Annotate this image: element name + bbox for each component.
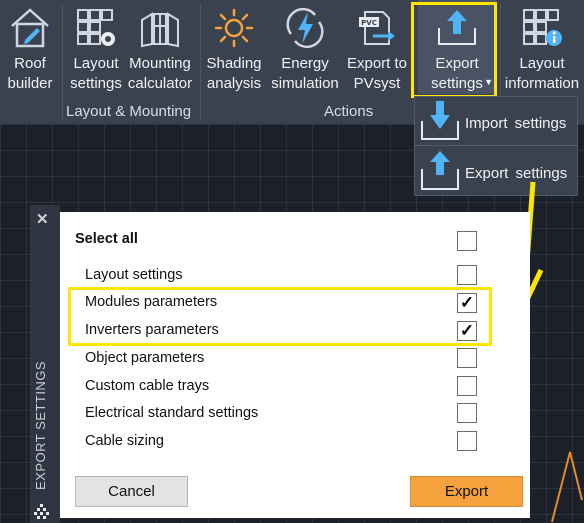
- export-pvsyst-line1: Export to: [346, 55, 408, 72]
- group-title-actions: Actions: [324, 103, 374, 120]
- energy-simulation-button[interactable]: Energy simulation: [270, 0, 340, 94]
- cancel-button[interactable]: Cancel: [75, 476, 188, 507]
- export-upload-icon: [421, 151, 459, 190]
- mounting-calculator-line1: Mounting: [129, 55, 191, 72]
- checkbox-custom-cable-trays[interactable]: [457, 376, 477, 396]
- lightning-icon: [286, 7, 324, 49]
- export-settings-line1: Export: [435, 55, 479, 72]
- panel-grip-icon[interactable]: [33, 503, 51, 521]
- roof-builder-button[interactable]: Roof builder: [2, 0, 58, 94]
- row-label-modules-parameters: Modules parameters: [85, 294, 218, 310]
- row-label-electrical-standard-settings: Electrical standard settings: [85, 405, 259, 421]
- group-title-layout-mounting: Layout & Mounting: [66, 103, 192, 120]
- layout-information-line2: information: [504, 75, 580, 92]
- import-download-icon: [421, 101, 459, 140]
- layout-settings-line2: settings: [70, 75, 122, 92]
- row-label-inverters-parameters: Inverters parameters: [85, 322, 219, 338]
- energy-simulation-line2: simulation: [271, 75, 339, 92]
- layout-information-line1: Layout: [519, 55, 565, 72]
- canvas-drawing-line: [551, 451, 583, 523]
- mounting-calculator-line2: calculator: [127, 75, 193, 92]
- export-pvsyst-line2: PVsyst: [353, 75, 401, 92]
- shading-analysis-line1: Shading: [206, 55, 262, 72]
- row-label-custom-cable-trays: Custom cable trays: [85, 378, 210, 394]
- layout-information-button[interactable]: Layout information: [502, 0, 582, 94]
- roof-builder-line2: builder: [7, 75, 53, 92]
- menu-item-export-settings[interactable]: Export settings: [415, 147, 577, 195]
- chevron-down-icon[interactable]: ▼: [484, 72, 493, 92]
- row-label-object-parameters: Object parameters: [85, 350, 205, 366]
- select-all-label: Select all: [75, 231, 138, 247]
- menu-divider: [415, 145, 577, 146]
- checkbox-cable-sizing[interactable]: [457, 431, 477, 451]
- select-all-checkbox[interactable]: [457, 231, 477, 251]
- import-settings-label: Import settings: [465, 115, 567, 132]
- checkbox-modules-parameters[interactable]: ✓: [457, 293, 477, 313]
- shading-analysis-button[interactable]: Shading analysis: [204, 0, 264, 94]
- layout-settings-button[interactable]: Layout settings: [68, 0, 124, 94]
- checkbox-electrical-standard-settings[interactable]: [457, 403, 477, 423]
- upload-tray-icon: [438, 10, 476, 45]
- ribbon-separator: [62, 4, 63, 120]
- checkbox-inverters-parameters[interactable]: ✓: [457, 321, 477, 341]
- layout-settings-line1: Layout: [73, 55, 119, 72]
- shading-analysis-line2: analysis: [206, 75, 262, 92]
- mounting-calculator-button[interactable]: Mounting calculator: [126, 0, 194, 94]
- roof-pencil-icon: [11, 8, 49, 48]
- ribbon-separator: [200, 4, 201, 120]
- mounting-panels-icon: [141, 12, 179, 48]
- grid-gear-icon: [77, 9, 115, 46]
- menu-item-import-settings[interactable]: Import settings: [415, 97, 577, 145]
- checkbox-object-parameters[interactable]: [457, 348, 477, 368]
- panel-title: EXPORT SETTINGS: [33, 360, 48, 490]
- close-icon[interactable]: ✕: [36, 210, 49, 228]
- export-pvsyst-button[interactable]: PVC Export to PVsyst: [344, 0, 410, 94]
- checkbox-layout-settings[interactable]: [457, 265, 477, 285]
- export-settings-dropdown: Import settings Export settings: [414, 96, 578, 196]
- export-settings-button[interactable]: Export settings ▼: [418, 0, 496, 94]
- sun-icon: [214, 8, 254, 48]
- svg-text:PVC: PVC: [361, 19, 377, 27]
- row-label-layout-settings: Layout settings: [85, 267, 183, 283]
- pvc-export-icon: PVC: [359, 11, 395, 45]
- row-label-cable-sizing: Cable sizing: [85, 433, 164, 449]
- energy-simulation-line1: Energy: [281, 55, 329, 72]
- grid-info-icon: [523, 9, 562, 46]
- export-button[interactable]: Export: [410, 476, 523, 507]
- roof-builder-line1: Roof: [14, 55, 46, 72]
